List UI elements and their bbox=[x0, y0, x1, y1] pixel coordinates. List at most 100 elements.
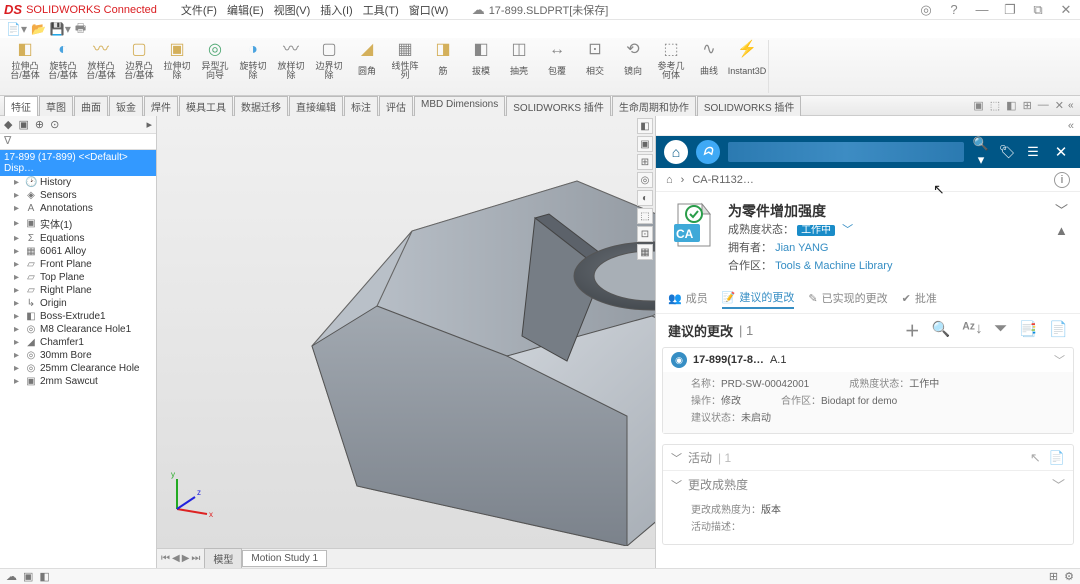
chevron-down-icon[interactable]: ﹀ bbox=[671, 477, 682, 493]
tree-item[interactable]: ▸◈Sensors bbox=[0, 189, 156, 202]
orientation-triad[interactable]: y x z bbox=[167, 469, 217, 522]
feature-tab[interactable]: 模具工具 bbox=[179, 96, 233, 116]
feature-tab[interactable]: 标注 bbox=[344, 96, 378, 116]
3dx-home-icon[interactable]: ⌂ bbox=[664, 140, 688, 164]
ribbon-button[interactable]: ◑旋转切除 bbox=[236, 40, 270, 81]
ribbon-button[interactable]: ◢圆角 bbox=[350, 40, 384, 81]
tree-tab-icon[interactable]: ▣ bbox=[18, 118, 28, 131]
feature-tab[interactable]: SOLIDWORKS 插件 bbox=[506, 96, 611, 116]
breadcrumb-home-icon[interactable]: ⌂ bbox=[666, 174, 673, 186]
menu-tools[interactable]: 工具(T) bbox=[359, 2, 403, 18]
page-icon[interactable]: 📄 bbox=[1049, 450, 1065, 466]
ribbon-button[interactable]: ◫抽壳 bbox=[502, 40, 536, 81]
ribbon-button[interactable]: ⟲镜向 bbox=[616, 40, 650, 81]
tree-item[interactable]: ▸▣实体(1) bbox=[0, 215, 156, 232]
subtab[interactable]: ✎已实现的更改 bbox=[808, 287, 887, 309]
tree-item[interactable]: ▸◎25mm Clearance Hole bbox=[0, 362, 156, 375]
feature-tab[interactable]: 钣金 bbox=[109, 96, 143, 116]
subtab[interactable]: 📝建议的更改 bbox=[722, 287, 795, 309]
status-icon[interactable]: ⊞ bbox=[1049, 570, 1058, 583]
ribbon-button[interactable]: ▣拉伸切除 bbox=[160, 40, 194, 81]
ribbon-button[interactable]: ◧拔模 bbox=[464, 40, 498, 81]
status-icon[interactable]: ▣ bbox=[23, 570, 33, 583]
ribbon-button[interactable]: ⚡Instant3D bbox=[730, 40, 764, 81]
tree-tab-icon[interactable]: ◆ bbox=[4, 118, 12, 131]
3dx-close-icon[interactable]: ✕ bbox=[1050, 143, 1072, 161]
batch-icon[interactable]: ⧉ bbox=[1028, 2, 1048, 18]
subtab[interactable]: ✔批准 bbox=[902, 287, 937, 309]
ribbon-button[interactable]: ▦线性阵列 bbox=[388, 40, 422, 81]
menu-file[interactable]: 文件(F) bbox=[177, 2, 221, 18]
menu-insert[interactable]: 插入(I) bbox=[316, 2, 356, 18]
chevron-down-icon[interactable]: ﹀ bbox=[1054, 352, 1065, 368]
side-tool-icon[interactable]: ◐ bbox=[637, 190, 653, 206]
view-icon[interactable]: ◧ bbox=[1006, 99, 1016, 112]
feature-tab[interactable]: 草图 bbox=[39, 96, 73, 116]
subtab[interactable]: 👥成员 bbox=[668, 287, 708, 309]
feature-tab[interactable]: 评估 bbox=[379, 96, 413, 116]
tab-nav-last-icon[interactable]: ⏭ bbox=[191, 553, 200, 564]
tree-tab-icon[interactable]: ▸ bbox=[146, 118, 152, 131]
ribbon-button[interactable]: ◨筋 bbox=[426, 40, 460, 81]
ribbon-button[interactable]: ⊡相交 bbox=[578, 40, 612, 81]
section-action-icon[interactable]: 📄 bbox=[1049, 320, 1068, 341]
ribbon-button[interactable]: ↔包覆 bbox=[540, 40, 574, 81]
menu-window[interactable]: 窗口(W) bbox=[405, 2, 453, 18]
tree-item[interactable]: ▸AAnnotations bbox=[0, 202, 156, 215]
ribbon-button[interactable]: ▢边界凸台/基体 bbox=[122, 40, 156, 81]
tree-item[interactable]: ▸↳Origin bbox=[0, 297, 156, 310]
section-action-icon[interactable]: 📑 bbox=[1019, 320, 1038, 341]
feature-tab[interactable]: 直接编辑 bbox=[289, 96, 343, 116]
side-tool-icon[interactable]: ⊡ bbox=[637, 226, 653, 242]
side-tool-icon[interactable]: ▣ bbox=[637, 136, 653, 152]
side-tool-icon[interactable]: ◎ bbox=[637, 172, 653, 188]
print-icon[interactable]: 🖶 bbox=[75, 19, 86, 40]
close-icon[interactable]: ✕ bbox=[1056, 2, 1076, 18]
help-icon[interactable]: ? bbox=[944, 2, 964, 17]
tree-item[interactable]: ▸▱Top Plane bbox=[0, 271, 156, 284]
save-icon[interactable]: 💾▾ bbox=[50, 22, 71, 36]
side-tool-icon[interactable]: ⬚ bbox=[637, 208, 653, 224]
panel-expand-icon[interactable]: « bbox=[1068, 100, 1076, 111]
feature-tab[interactable]: MBD Dimensions bbox=[414, 96, 505, 116]
status-icon[interactable]: ☁ bbox=[6, 570, 17, 583]
3dx-menu-icon[interactable]: ☰ bbox=[1024, 144, 1042, 160]
tab-model[interactable]: 模型 bbox=[204, 548, 242, 568]
tree-filter[interactable]: ∇ bbox=[0, 134, 156, 150]
collspace-link[interactable]: Tools & Machine Library bbox=[775, 260, 892, 272]
ribbon-button[interactable]: ◧拉伸凸台/基体 bbox=[8, 40, 42, 81]
menu-edit[interactable]: 编辑(E) bbox=[223, 2, 268, 18]
tree-item[interactable]: ▸ΣEquations bbox=[0, 232, 156, 245]
view-icon[interactable]: ▣ bbox=[973, 99, 983, 112]
ribbon-button[interactable]: ∿曲线 bbox=[692, 40, 726, 81]
user-icon[interactable]: ◎ bbox=[916, 2, 936, 18]
status-icon[interactable]: ⚙ bbox=[1064, 570, 1074, 583]
minimize-icon[interactable]: — bbox=[972, 2, 992, 17]
cursor-icon[interactable]: ↖ bbox=[1030, 450, 1041, 466]
tree-root[interactable]: 17-899 (17-899) <<Default> Disp… bbox=[0, 150, 156, 176]
chevron-down-icon[interactable]: ﹀ bbox=[1052, 475, 1065, 494]
feature-tab[interactable]: 数据迁移 bbox=[234, 96, 288, 116]
3d-viewport[interactable]: y x z ◧ ▣ ⊞ ◎ ◐ ⬚ ⊡ ▦ ⏮ ◀ ▶ ⏭ 模型 Motion … bbox=[157, 116, 655, 568]
tree-item[interactable]: ▸🕑History bbox=[0, 176, 156, 189]
ribbon-button[interactable]: 〰放样凸台/基体 bbox=[84, 40, 118, 81]
view-icon[interactable]: ⊞ bbox=[1023, 99, 1032, 112]
tree-item[interactable]: ▸◧Boss-Extrude1 bbox=[0, 310, 156, 323]
3dx-compass-icon[interactable]: ᗣ bbox=[696, 140, 720, 164]
feature-tab[interactable]: SOLIDWORKS 插件 bbox=[697, 96, 802, 116]
breadcrumb-item[interactable]: CA-R1132… bbox=[692, 174, 754, 186]
up-icon[interactable]: ▲ bbox=[1055, 223, 1068, 238]
ribbon-button[interactable]: ▢边界切除 bbox=[312, 40, 346, 81]
tree-item[interactable]: ▸▦6061 Alloy bbox=[0, 245, 156, 258]
ribbon-button[interactable]: ◐旋转凸台/基体 bbox=[46, 40, 80, 81]
section-action-icon[interactable]: ＋ bbox=[905, 320, 920, 341]
tree-item[interactable]: ▸◎M8 Clearance Hole1 bbox=[0, 323, 156, 336]
tab-motion-study[interactable]: Motion Study 1 bbox=[242, 550, 327, 567]
collapse-icon[interactable]: ﹀ bbox=[1055, 200, 1068, 219]
open-icon[interactable]: 📂 bbox=[31, 22, 46, 36]
tree-item[interactable]: ▸▣2mm Sawcut bbox=[0, 375, 156, 388]
restore-icon[interactable]: ❐ bbox=[1000, 2, 1020, 18]
tree-item[interactable]: ▸▱Front Plane bbox=[0, 258, 156, 271]
view-icon[interactable]: ✕ bbox=[1055, 99, 1064, 112]
side-tool-icon[interactable]: ▦ bbox=[637, 244, 653, 260]
